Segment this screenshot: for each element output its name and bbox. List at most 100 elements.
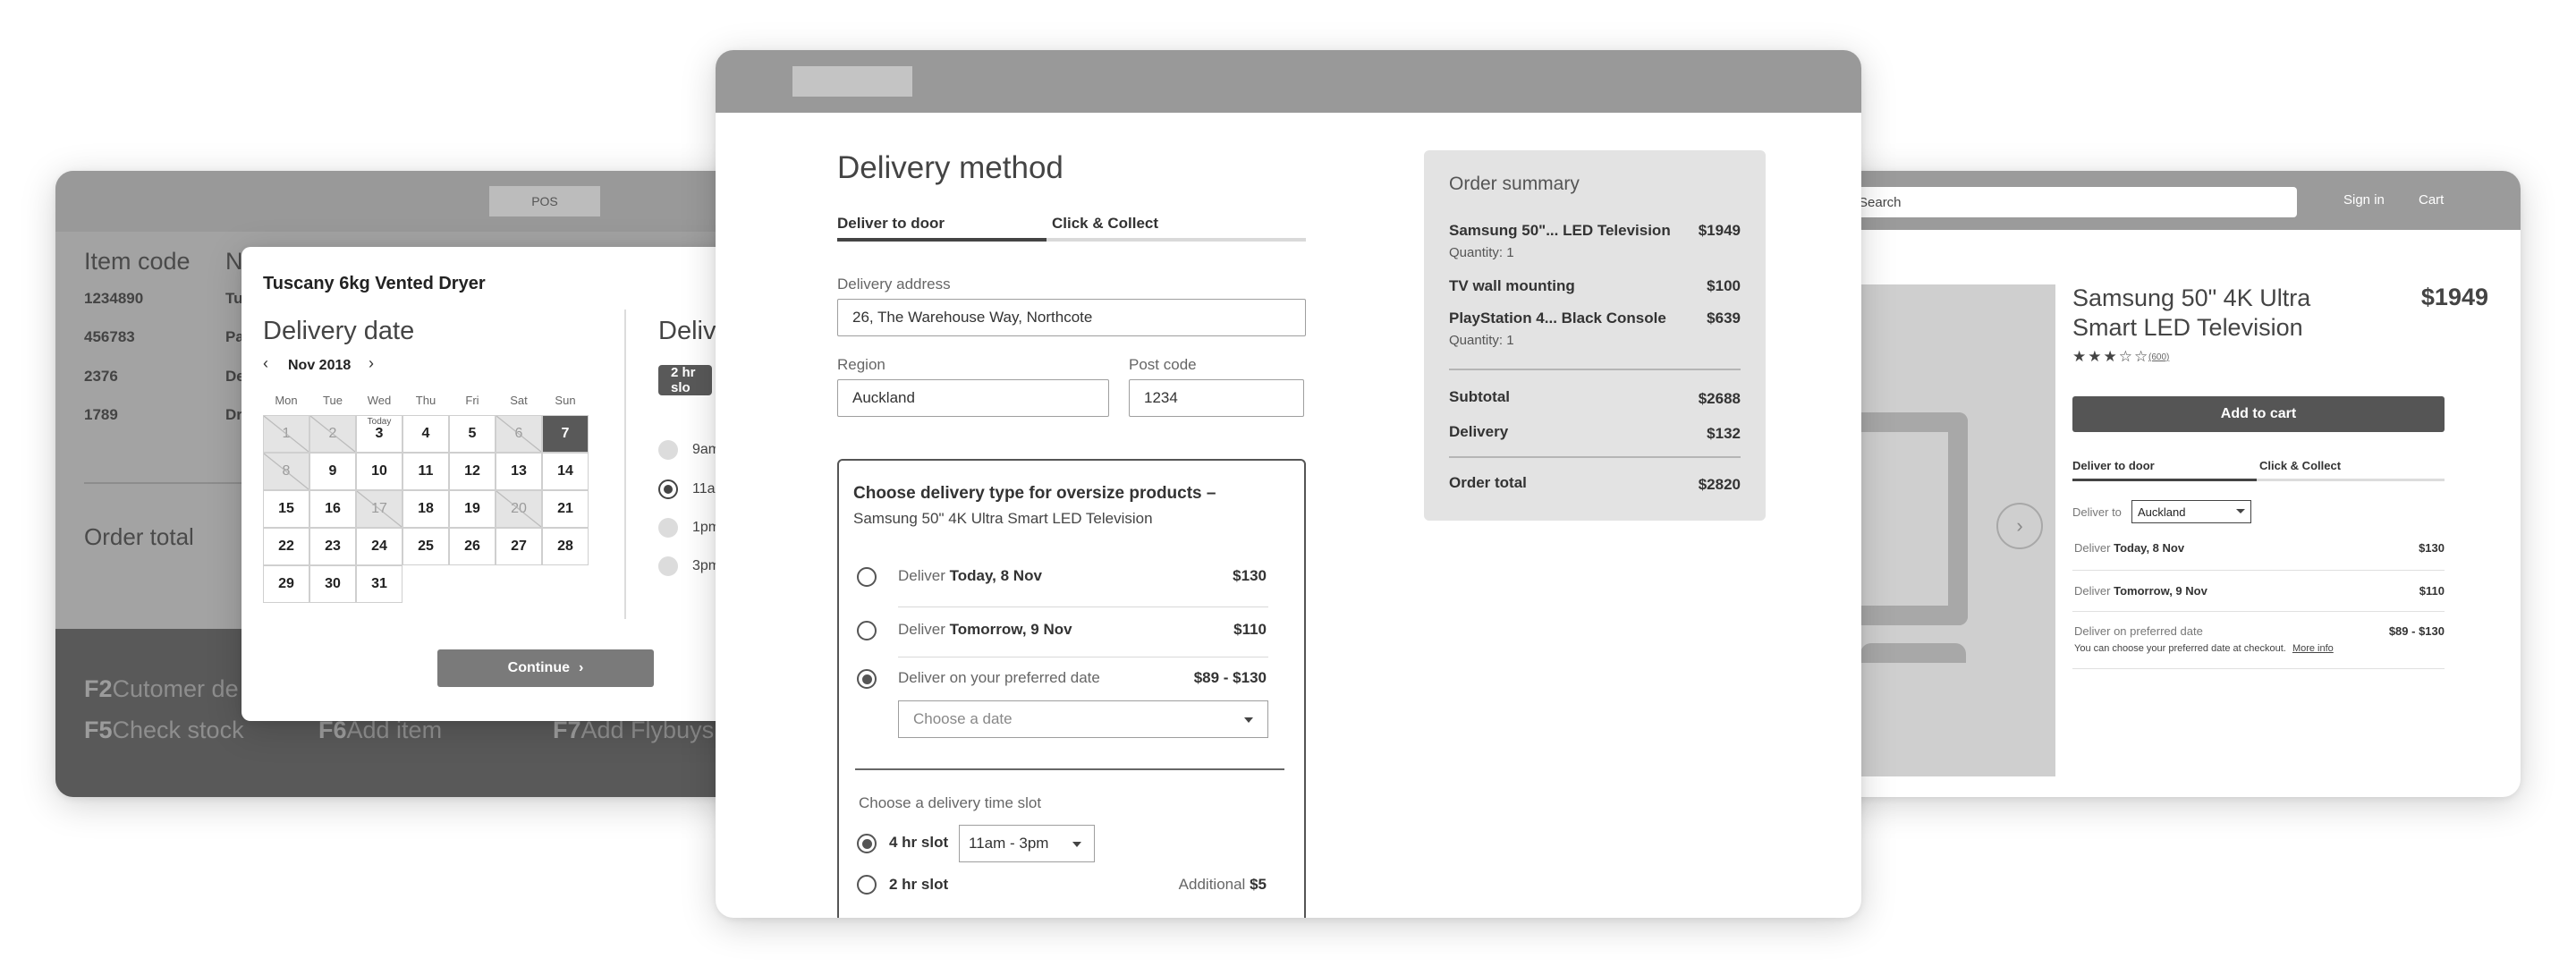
delivery-price: $110 (1233, 621, 1267, 638)
calendar-day[interactable]: 13 (496, 453, 542, 490)
deliver-word: Deliver (2074, 584, 2111, 598)
preferred-date-note: You can choose your preferred date at ch… (2074, 643, 2334, 654)
dialog-divider (624, 310, 626, 619)
delivery-radio-selected[interactable] (857, 669, 877, 689)
delivery-type-product: Samsung 50" 4K Ultra Smart LED Televisio… (853, 510, 1153, 527)
delivery-radio[interactable] (857, 621, 877, 640)
cart-link[interactable]: Cart (2419, 192, 2444, 208)
summary-item-qty: Quantity: 1 (1449, 245, 1514, 260)
calendar-day[interactable]: 26 (449, 528, 496, 565)
search-input[interactable]: Search (1850, 187, 2297, 217)
delivery-price: $110 (2419, 584, 2445, 598)
summary-divider (1449, 369, 1741, 370)
carousel-next-button[interactable]: › (1996, 503, 2043, 549)
subtotal-label: Subtotal (1449, 388, 1510, 405)
calendar-day: 17 (356, 490, 402, 528)
calendar-day[interactable]: 24 (356, 528, 402, 565)
date-select[interactable]: Choose a date (898, 700, 1268, 738)
calendar-day: 20 (496, 490, 542, 528)
slot-select[interactable]: 11am - 3pm (959, 825, 1095, 862)
calendar-day[interactable]: 10 (356, 453, 402, 490)
calendar-day[interactable]: 27 (496, 528, 542, 565)
tab-deliver-to-door[interactable]: Deliver to door (837, 215, 945, 233)
delivery-option-tomorrow: Deliver Tomorrow, 9 Nov (2074, 584, 2207, 598)
summary-item-price: $100 (1707, 277, 1741, 294)
fkey-label: F2 (84, 675, 113, 702)
deliver-word: Deliver (2074, 541, 2111, 555)
tab-click-collect[interactable]: Click & Collect (1052, 215, 1158, 233)
deliver-word: Deliver (898, 621, 945, 638)
product-window: Search Sign in Cart › Samsung 50" 4K Ult… (1825, 171, 2521, 797)
calendar-day[interactable]: 16 (309, 490, 356, 528)
slot-2hr-label: 2 hr slot (889, 876, 949, 893)
continue-button[interactable]: Continue › (437, 649, 654, 687)
more-info-link[interactable]: More info (2292, 643, 2334, 654)
calendar-day[interactable]: 21 (542, 490, 589, 528)
calendar-day[interactable]: 5 (449, 415, 496, 453)
time-radio[interactable] (658, 556, 678, 576)
region-label: Region (837, 356, 886, 373)
sign-in-link[interactable]: Sign in (2343, 192, 2385, 208)
delivery-price: $130 (2419, 541, 2445, 555)
calendar-day[interactable]: 15 (263, 490, 309, 528)
delivery-type-title: Choose delivery type for oversize produc… (853, 484, 1216, 503)
postcode-label: Post code (1129, 356, 1197, 373)
calendar-day-today[interactable]: Today 3 (356, 415, 402, 453)
delivery-date: Today, 8 Nov (2114, 541, 2185, 555)
slot-radio-selected[interactable] (857, 834, 877, 853)
review-count-link[interactable]: (600) (2148, 352, 2169, 362)
rating-stars: ★★★☆☆ (2072, 348, 2150, 365)
product-topbar: Search Sign in Cart (1825, 171, 2521, 230)
calendar-day[interactable]: 9 (309, 453, 356, 490)
calendar-day[interactable]: 22 (263, 528, 309, 565)
main-topbar (716, 50, 1861, 113)
logo-placeholder (792, 66, 912, 97)
fkey-check-stock[interactable]: F5Check stock (84, 717, 244, 744)
region-field[interactable]: Auckland (837, 379, 1109, 417)
calendar-day[interactable]: 11 (402, 453, 449, 490)
delivery-option-today: Deliver Today, 8 Nov (2074, 541, 2184, 555)
summary-item-price: $1949 (1698, 222, 1741, 239)
preferred-note-text: You can choose your preferred date at ch… (2074, 643, 2286, 654)
postcode-field[interactable]: 1234 (1129, 379, 1304, 417)
time-radio[interactable] (658, 518, 678, 538)
summary-item-name: TV wall mounting (1449, 277, 1575, 294)
tab-deliver-to-door[interactable]: Deliver to door (2072, 459, 2155, 472)
calendar-day[interactable]: 30 (309, 565, 356, 603)
summary-item-qty: Quantity: 1 (1449, 333, 1514, 348)
delivery-cost-label: Delivery (1449, 423, 1509, 440)
add-to-cart-button[interactable]: Add to cart (2072, 396, 2445, 432)
calendar-day[interactable]: 31 (356, 565, 402, 603)
slot-radio[interactable] (857, 875, 877, 895)
delivery-radio[interactable] (857, 567, 877, 587)
calendar-day[interactable]: 14 (542, 453, 589, 490)
pos-row-code: 1789 (84, 406, 118, 423)
option-divider (2072, 668, 2445, 669)
time-radio-selected[interactable] (658, 479, 678, 499)
address-field[interactable]: 26, The Warehouse Way, Northcote (837, 299, 1306, 336)
delivery-cost-value: $132 (1707, 425, 1741, 442)
fkey-customer[interactable]: F2Cutomer de (84, 675, 239, 703)
calendar-day[interactable]: 4 (402, 415, 449, 453)
day-number: 3 (375, 426, 384, 441)
calendar-day[interactable]: 23 (309, 528, 356, 565)
slot-toggle[interactable]: 2 hr slo (658, 365, 712, 395)
pos-tab[interactable]: POS (489, 186, 600, 216)
date-select-placeholder: Choose a date (913, 710, 1013, 727)
slot-4hr-label: 4 hr slot (889, 834, 949, 851)
calendar-day[interactable]: 28 (542, 528, 589, 565)
chevron-down-icon (1072, 842, 1081, 847)
next-month-icon[interactable]: › (369, 354, 374, 373)
calendar-day-selected[interactable]: 7 (542, 415, 589, 453)
tab-active-indicator (837, 238, 1046, 242)
region-select[interactable]: Auckland (2131, 500, 2251, 523)
calendar-day[interactable]: 12 (449, 453, 496, 490)
calendar-day[interactable]: 19 (449, 490, 496, 528)
calendar-day[interactable]: 18 (402, 490, 449, 528)
tab-click-collect[interactable]: Click & Collect (2259, 459, 2341, 472)
product-title: Samsung 50" 4K Ultra Smart LED Televisio… (2072, 284, 2311, 341)
time-radio[interactable] (658, 440, 678, 460)
calendar-day[interactable]: 25 (402, 528, 449, 565)
prev-month-icon[interactable]: ‹ (263, 354, 268, 373)
calendar-day[interactable]: 29 (263, 565, 309, 603)
